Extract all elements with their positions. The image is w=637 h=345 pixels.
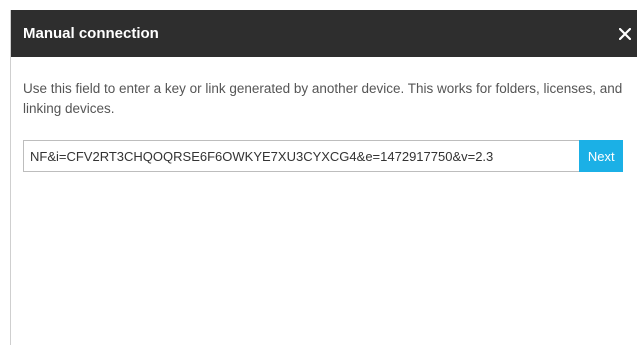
key-entry-row: Next (23, 140, 623, 172)
next-button[interactable]: Next (579, 140, 623, 172)
close-icon[interactable] (613, 10, 637, 57)
key-link-input[interactable] (23, 140, 580, 172)
dialog-description: Use this field to enter a key or link ge… (23, 81, 623, 116)
dialog-titlebar: Manual connection (11, 10, 637, 57)
manual-connection-dialog: Manual connection Use this field to ente… (10, 10, 637, 345)
dialog-title: Manual connection (23, 25, 159, 42)
dialog-body: Use this field to enter a key or link ge… (11, 57, 637, 172)
